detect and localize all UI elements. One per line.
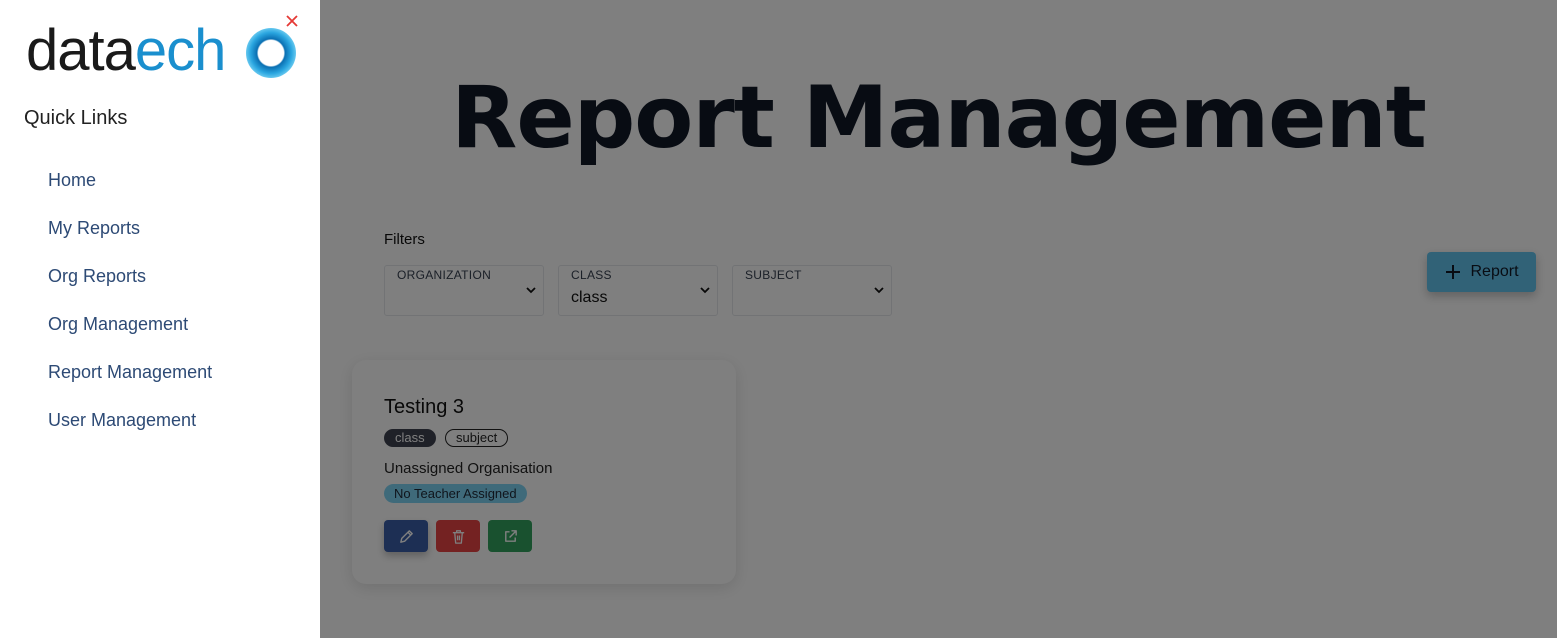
- sidebar-item-report-management[interactable]: Report Management: [48, 360, 212, 408]
- close-icon[interactable]: [285, 14, 299, 28]
- quick-links-title: Quick Links: [24, 107, 128, 129]
- logo-wordmark: dataech: [26, 18, 226, 83]
- sidebar-drawer: dataech Quick Links Home My Reports Org …: [0, 0, 320, 638]
- quick-links-nav: Home My Reports Org Reports Org Manageme…: [48, 168, 212, 456]
- sidebar-item-home[interactable]: Home: [48, 168, 212, 216]
- sidebar-item-user-management[interactable]: User Management: [48, 408, 212, 456]
- sidebar-item-my-reports[interactable]: My Reports: [48, 216, 212, 264]
- sidebar-item-org-management[interactable]: Org Management: [48, 312, 212, 360]
- logo-ring-icon: [246, 28, 296, 78]
- dataecho-logo: dataech: [26, 18, 296, 88]
- sidebar-item-org-reports[interactable]: Org Reports: [48, 264, 212, 312]
